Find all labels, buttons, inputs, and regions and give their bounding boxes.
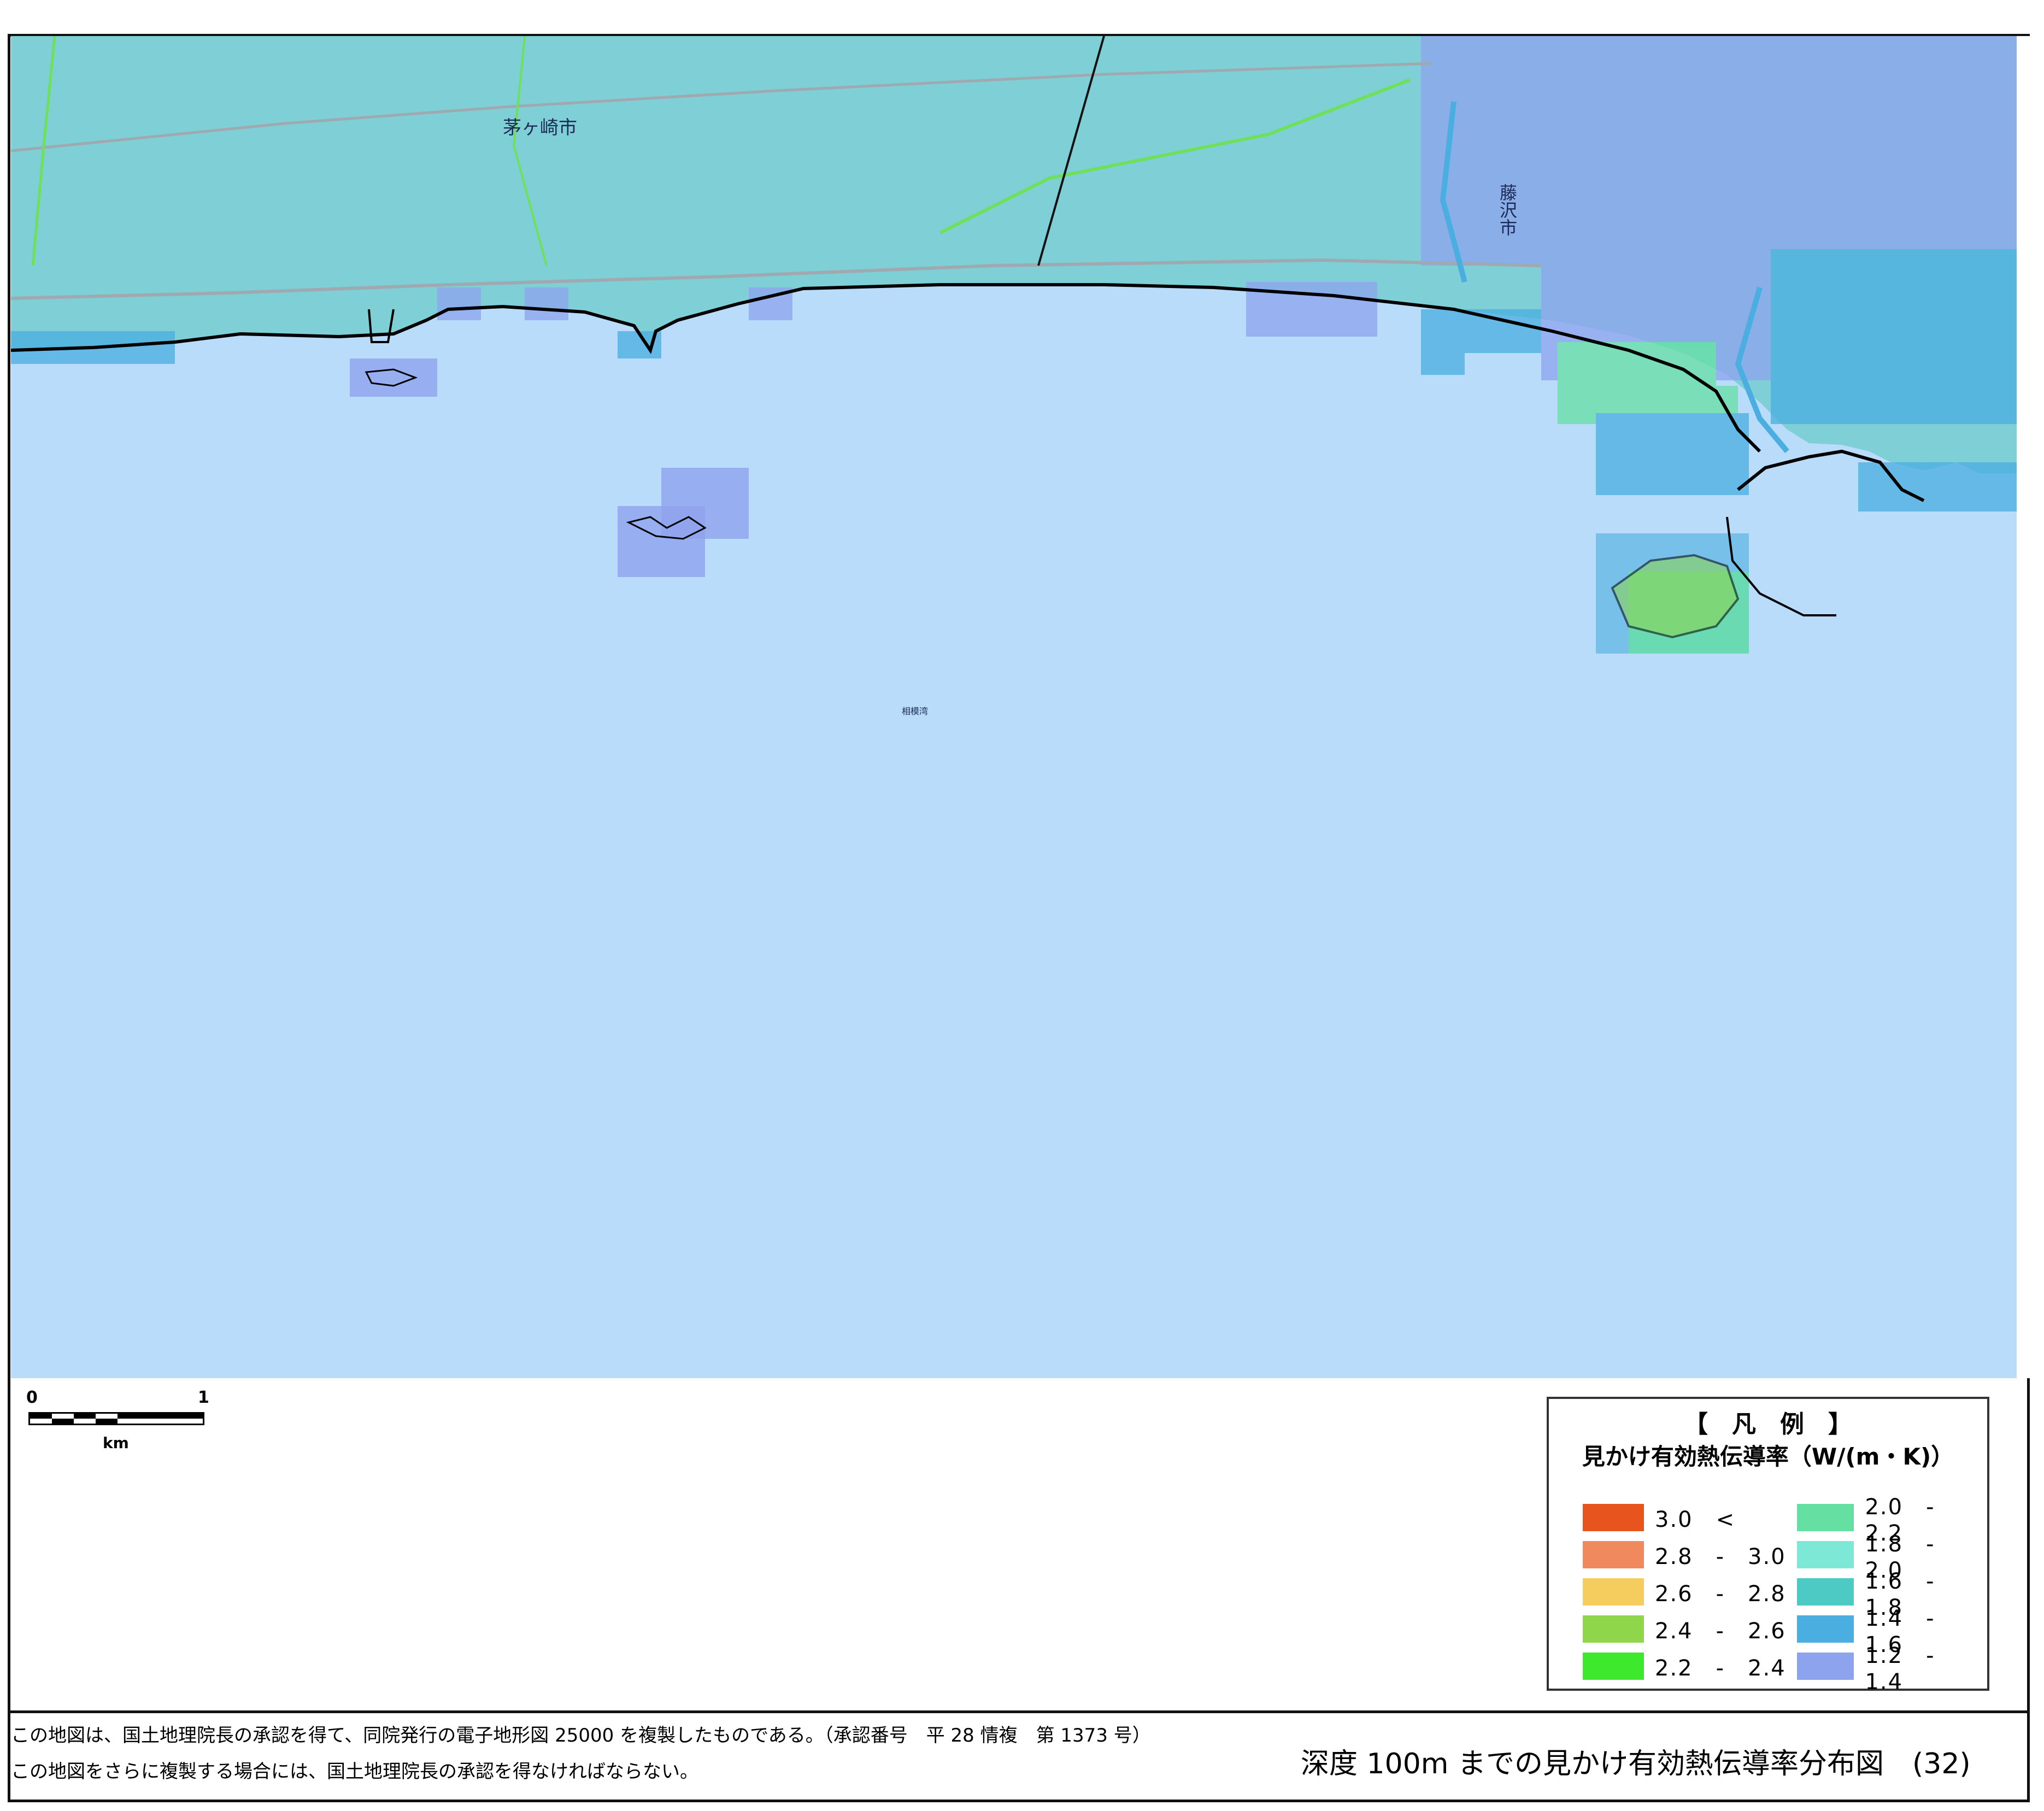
legend-title: 【 凡 例 】 <box>1684 1410 1852 1438</box>
legend-swatch <box>1583 1541 1644 1568</box>
map-title: 深度 100m までの見かけ有効熱伝導率分布図 (32) <box>1301 1748 1971 1780</box>
legend-label: 2.2 - 2.4 <box>1655 1656 1786 1681</box>
legend-swatch <box>1797 1615 1854 1643</box>
legend-item: 2.2 - 2.4 <box>1583 1651 1786 1681</box>
map-svg <box>11 36 2031 1378</box>
legend-swatch <box>1797 1578 1854 1606</box>
legend-swatch <box>1797 1504 1854 1531</box>
legend-label: 1.2 - 1.4 <box>1865 1643 1958 1695</box>
legend-swatch <box>1583 1578 1644 1606</box>
legend-swatch <box>1797 1653 1854 1680</box>
legend: 【 凡 例 】 見かけ有効熱伝導率（W/(m・K)） 3.0 < 2.8 - 3… <box>1547 1397 1989 1695</box>
frame-gap <box>2017 36 2031 1378</box>
legend-item: 2.8 - 3.0 <box>1583 1540 1786 1569</box>
reproduction-note: この地図をさらに複製する場合には、国土地理院長の承認を得なければならない。 <box>11 1761 698 1783</box>
legend-item: 2.6 - 2.8 <box>1583 1577 1786 1607</box>
scale-bar: 0 1 km <box>26 1388 212 1454</box>
legend-label: 3.0 < <box>1655 1507 1736 1532</box>
legend-item: 3.0 < <box>1583 1503 1735 1532</box>
scale-unit: km <box>103 1434 129 1452</box>
legend-label: 2.8 - 3.0 <box>1655 1544 1786 1569</box>
copyright-note: この地図は、国土地理院長の承認を得て、同院発行の電子地形図 25000 を複製し… <box>11 1725 1151 1747</box>
map-canvas[interactable]: 茅ヶ崎市 藤沢市 相模湾 <box>11 36 2031 1378</box>
scale-bar-graphic <box>28 1412 204 1425</box>
legend-swatch <box>1583 1504 1644 1531</box>
legend-label: 2.6 - 2.8 <box>1655 1581 1786 1607</box>
legend-subtitle: 見かけ有効熱伝導率（W/(m・K)） <box>1582 1443 1954 1470</box>
legend-swatch <box>1797 1541 1854 1568</box>
scale-tick-start: 0 <box>26 1388 38 1407</box>
scale-tick-end: 1 <box>198 1388 209 1407</box>
legend-swatch <box>1583 1615 1644 1643</box>
footer-divider <box>8 1710 2030 1713</box>
legend-item: 2.4 - 2.6 <box>1583 1614 1786 1644</box>
legend-label: 2.4 - 2.6 <box>1655 1619 1786 1644</box>
place-chigasaki: 茅ヶ崎市 <box>503 117 577 139</box>
legend-swatch <box>1583 1653 1644 1680</box>
legend-item: 1.2 - 1.4 <box>1797 1643 1987 1695</box>
place-fujisawa: 藤沢市 <box>1497 184 1518 236</box>
place-sagami-bay: 相模湾 <box>902 706 929 716</box>
